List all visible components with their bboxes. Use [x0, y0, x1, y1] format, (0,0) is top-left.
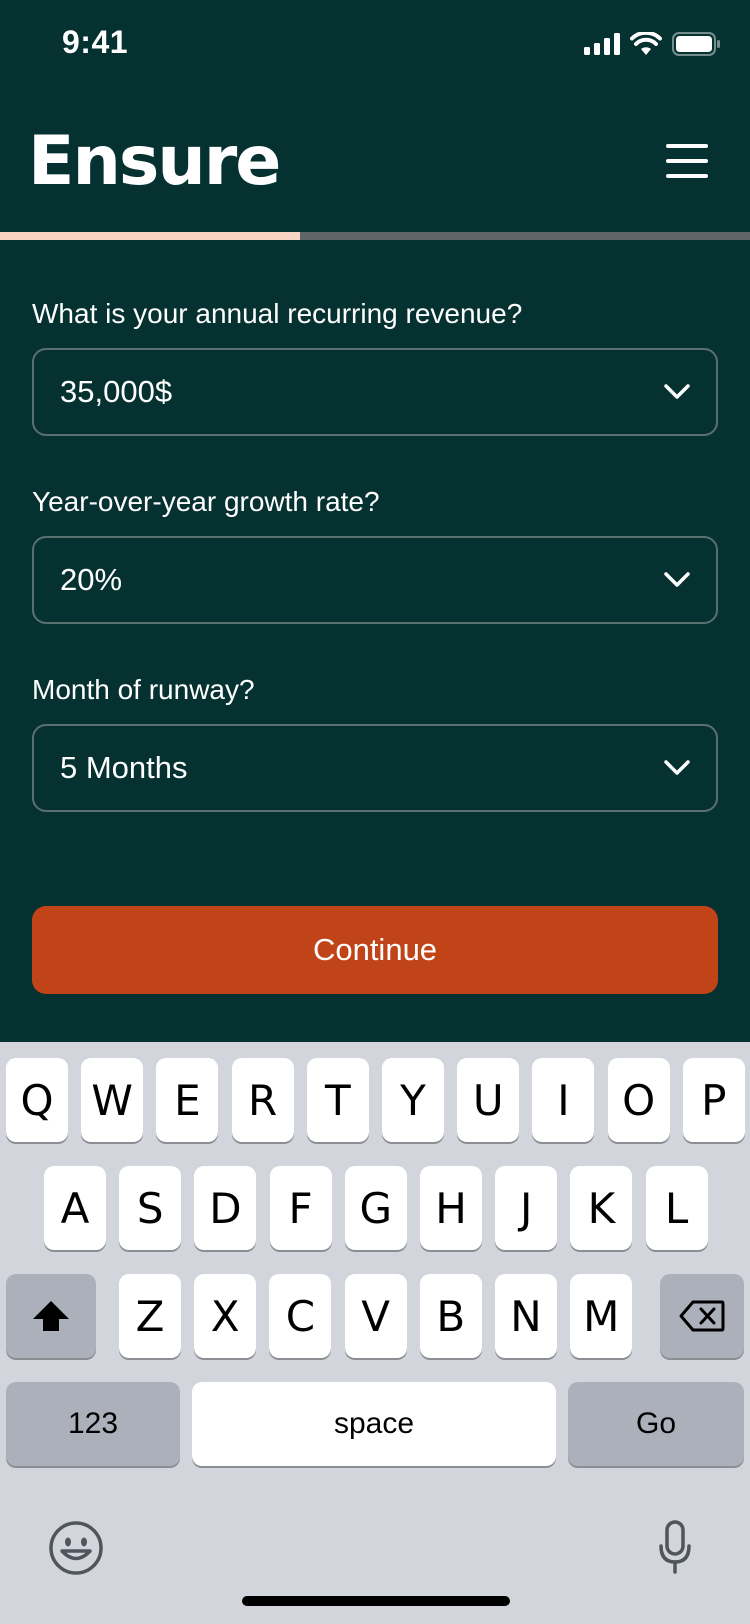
runway-select[interactable]: 5 Months: [32, 724, 718, 812]
progress-bar: [0, 232, 750, 240]
shift-icon: [33, 1301, 69, 1331]
backspace-icon: [679, 1300, 725, 1332]
menu-icon: [666, 144, 708, 148]
revenue-label: What is your annual recurring revenue?: [32, 298, 523, 329]
app-logo: Ensure: [28, 122, 281, 201]
key-x[interactable]: X: [194, 1274, 257, 1358]
chevron-down-icon: [664, 572, 690, 587]
key-i[interactable]: I: [532, 1058, 595, 1142]
battery-icon: [672, 32, 720, 56]
shift-key[interactable]: [6, 1274, 96, 1358]
key-u[interactable]: U: [457, 1058, 520, 1142]
backspace-key[interactable]: [660, 1274, 744, 1358]
key-n[interactable]: N: [495, 1274, 557, 1358]
growth-rate-label: Year-over-year growth rate?: [32, 486, 380, 517]
go-key[interactable]: Go: [568, 1382, 744, 1466]
key-s[interactable]: S: [119, 1166, 182, 1250]
numbers-key[interactable]: 123: [6, 1382, 180, 1466]
signal-icon: [584, 33, 620, 55]
continue-button[interactable]: Continue: [32, 906, 718, 994]
keyboard: QWERTYUIOP ASDFGHJKL ZXCVBNM 123 space G…: [0, 1042, 750, 1624]
key-j[interactable]: J: [495, 1166, 558, 1250]
key-h[interactable]: H: [420, 1166, 482, 1250]
runway-select-value: 5 Months: [60, 750, 188, 785]
runway-label: Month of runway?: [32, 674, 255, 705]
status-icons: [584, 32, 720, 56]
emoji-icon[interactable]: [48, 1520, 104, 1576]
chevron-down-icon: [664, 384, 690, 399]
key-t[interactable]: T: [306, 1058, 369, 1142]
space-key[interactable]: space: [192, 1382, 556, 1466]
revenue-select-value: 35,000$: [60, 374, 173, 409]
key-y[interactable]: Y: [382, 1058, 444, 1142]
key-r[interactable]: R: [231, 1058, 294, 1142]
key-d[interactable]: D: [194, 1166, 257, 1250]
progress-bar-fill: [0, 232, 300, 240]
chevron-down-icon: [664, 760, 690, 775]
key-m[interactable]: M: [570, 1274, 633, 1358]
key-c[interactable]: C: [269, 1274, 332, 1358]
key-e[interactable]: E: [156, 1058, 219, 1142]
status-time: 9:41: [62, 24, 129, 60]
key-p[interactable]: P: [682, 1058, 745, 1142]
status-bar: 9:41: [0, 0, 750, 88]
wifi-icon: [630, 32, 662, 55]
app-header: Ensure: [0, 88, 750, 232]
menu-button[interactable]: [666, 144, 708, 178]
key-q[interactable]: Q: [6, 1058, 68, 1142]
key-g[interactable]: G: [344, 1166, 407, 1250]
growth-rate-select[interactable]: 20%: [32, 536, 718, 624]
growth-rate-select-value: 20%: [60, 562, 123, 597]
key-l[interactable]: L: [645, 1166, 708, 1250]
home-indicator: [242, 1596, 510, 1606]
key-k[interactable]: K: [570, 1166, 633, 1250]
key-v[interactable]: V: [344, 1274, 407, 1358]
key-z[interactable]: Z: [119, 1274, 181, 1358]
key-a[interactable]: A: [44, 1166, 106, 1250]
microphone-icon[interactable]: [658, 1520, 692, 1576]
key-f[interactable]: F: [269, 1166, 332, 1250]
key-o[interactable]: O: [607, 1058, 670, 1142]
key-w[interactable]: W: [81, 1058, 144, 1142]
key-b[interactable]: B: [419, 1274, 482, 1358]
revenue-select[interactable]: 35,000$: [32, 348, 718, 436]
